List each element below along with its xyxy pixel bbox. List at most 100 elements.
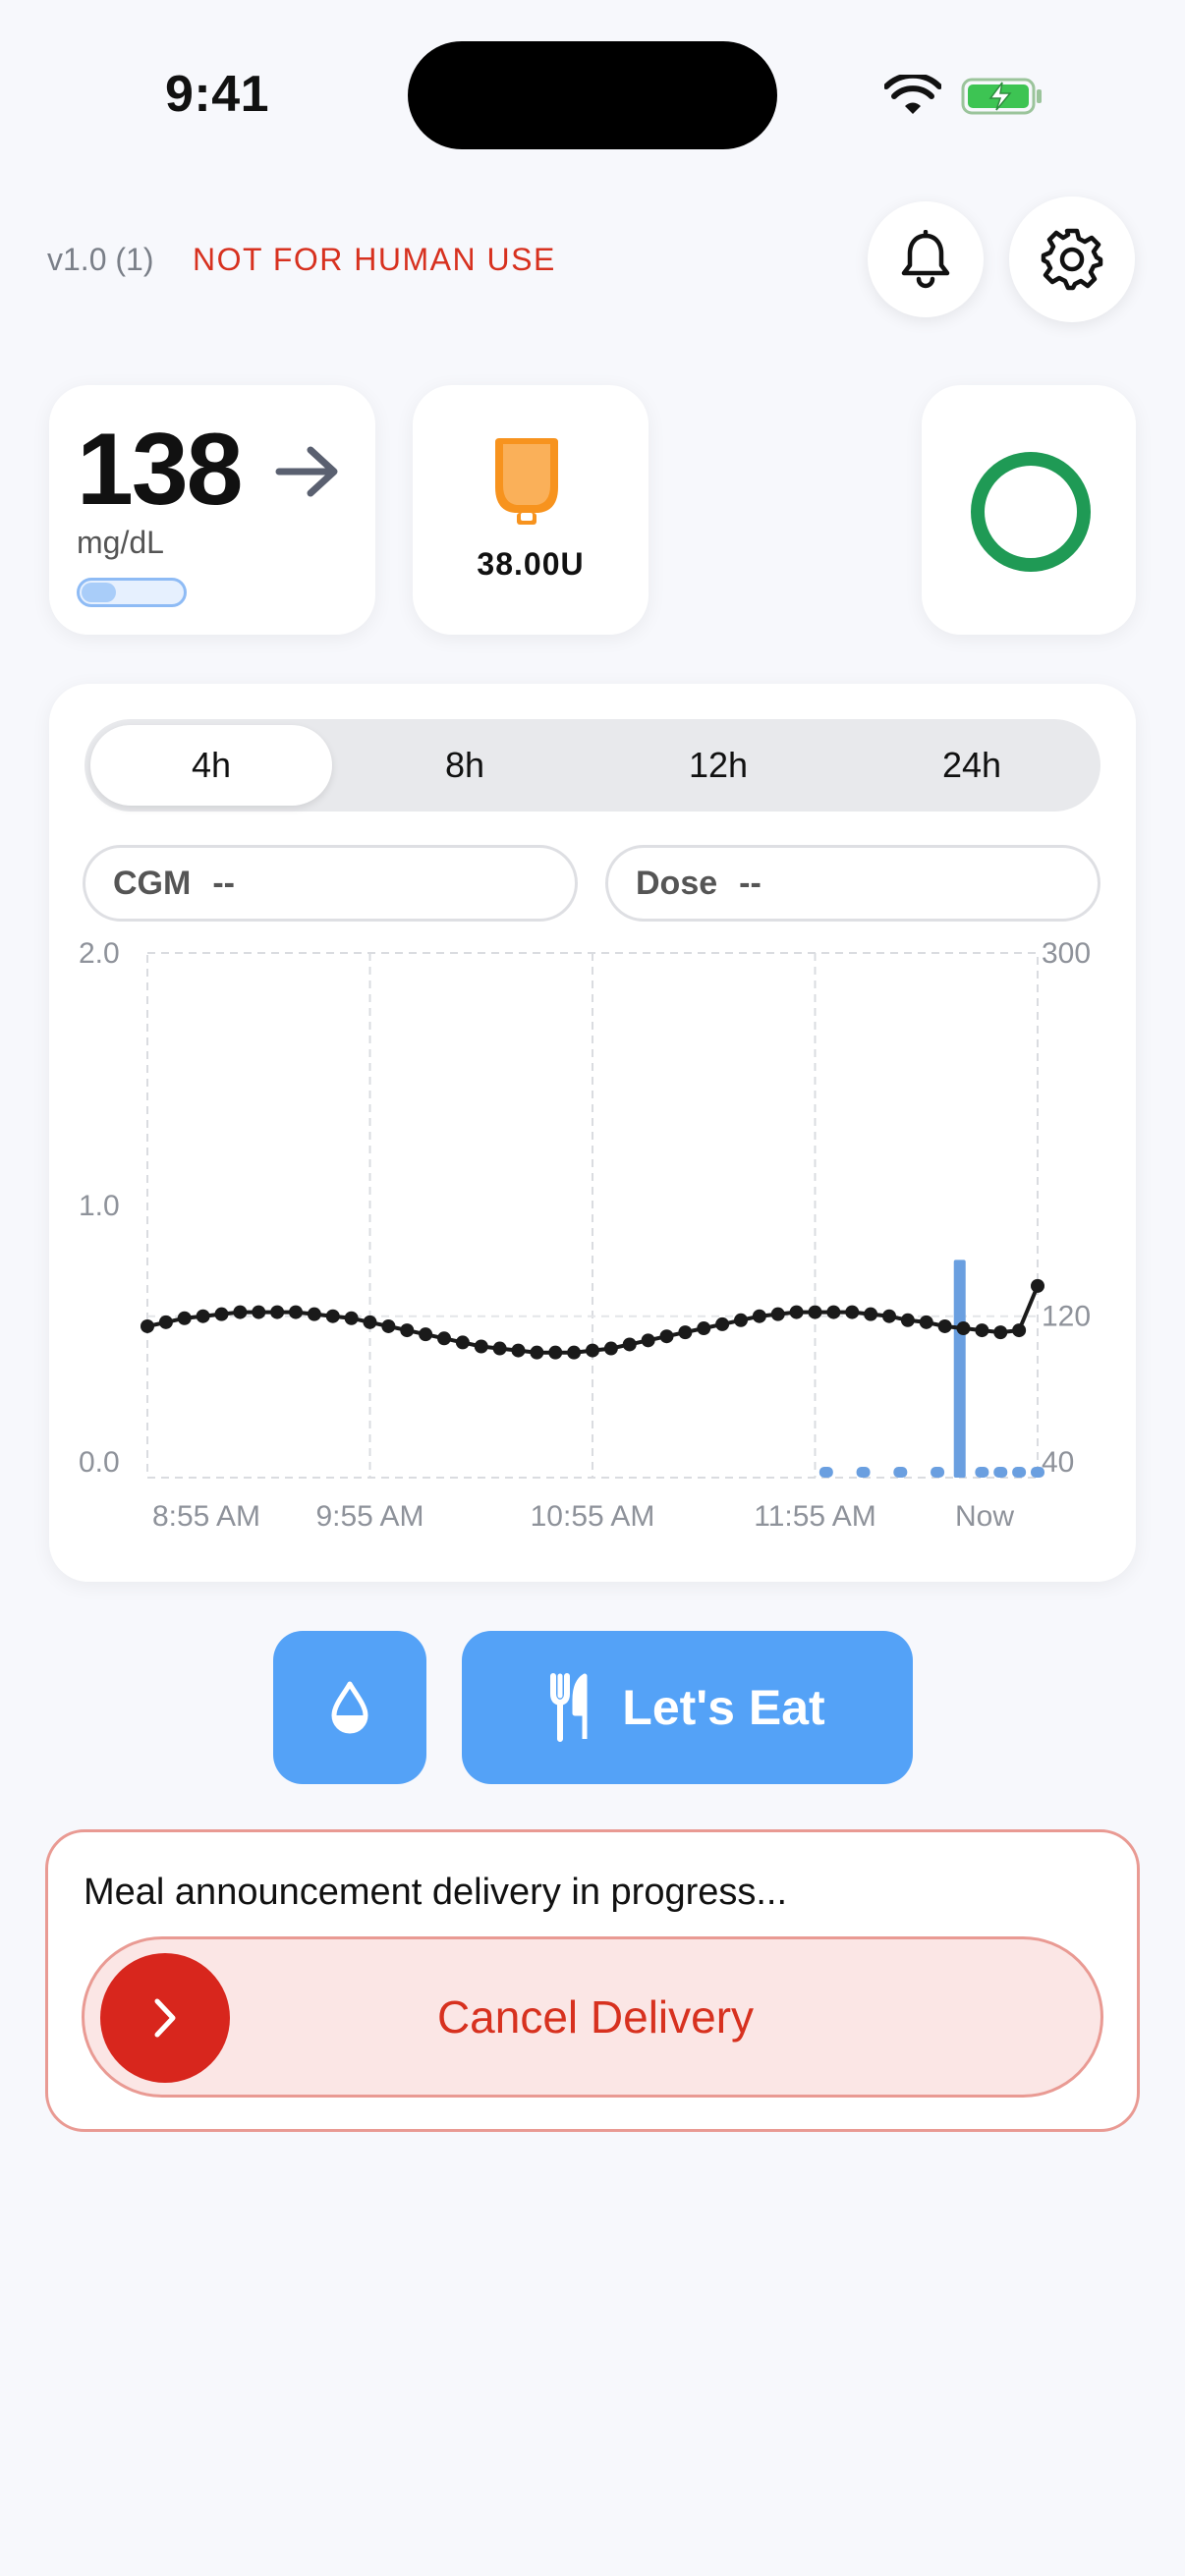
cgm-point [919,1315,933,1329]
cgm-point [233,1305,248,1319]
bolus-button[interactable] [273,1631,426,1784]
x-axis-tick: Now [955,1500,1014,1533]
dynamic-island [408,41,777,149]
glucose-value: 138 [77,413,244,527]
reservoir-value: 38.00U [477,546,585,582]
gear-icon [1041,228,1103,291]
status-time: 9:41 [165,66,270,123]
glucose-dose-chart[interactable]: 2.0 1.0 0.0 300 120 40 8:55 AM 9:55 AM 10:55 AM 1… [49,684,1136,1582]
cgm-point [511,1343,526,1358]
cgm-point [603,1341,618,1356]
cgm-point [492,1341,507,1356]
app-version: v1.0 (1) [47,242,154,277]
lets-eat-button[interactable]: Let's Eat [462,1631,913,1784]
cgm-point [808,1305,822,1319]
cgm-point [641,1333,655,1348]
cgm-point [734,1313,748,1327]
right-axis-tick: 300 [1042,937,1091,970]
warning-label: NOT FOR HUMAN USE [193,242,556,277]
dose-bar [893,1467,908,1478]
cgm-point [270,1305,285,1319]
dose-bar [953,1260,966,1478]
cgm-point [900,1313,915,1327]
loop-status-card[interactable] [922,385,1136,635]
dose-bar [1012,1467,1027,1478]
dose-bar [975,1467,989,1478]
lets-eat-label: Let's Eat [622,1680,825,1735]
glucose-level-bar [77,578,187,607]
arrow-right-icon [275,446,338,497]
dose-bar [1031,1467,1044,1478]
left-axis-tick: 0.0 [79,1446,120,1479]
cgm-point [307,1307,321,1321]
cgm-point [548,1345,563,1360]
delivery-message: Meal announcement delivery in progress..… [84,1872,788,1913]
chart-card: 4h 8h 12h 24h CGM -- Dose -- 2.0 1.0 0.0 30… [49,684,1136,1582]
cgm-point [975,1323,989,1338]
cgm-point [400,1323,415,1338]
dose-bar [931,1467,945,1478]
settings-button[interactable] [1009,196,1135,322]
cgm-point [937,1318,952,1333]
loop-ring-icon [971,452,1091,572]
cancel-slider-handle[interactable] [100,1953,230,2083]
wifi-icon [884,75,941,114]
cgm-point [474,1339,488,1354]
notifications-button[interactable] [868,201,984,317]
cancel-delivery-slider[interactable]: Cancel Delivery [82,1936,1103,2098]
cgm-point [1012,1323,1027,1338]
fork-knife-icon [550,1673,588,1742]
delivery-progress-card: Meal announcement delivery in progress..… [45,1829,1140,2132]
cgm-point [177,1311,192,1325]
glucose-card[interactable]: 138 mg/dL [49,385,375,635]
dose-bar [818,1467,833,1478]
cgm-point [158,1315,173,1329]
cgm-point [622,1337,637,1352]
bell-icon [901,230,950,289]
cgm-point [752,1309,766,1323]
cgm-point [530,1345,544,1360]
glucose-level-fill [82,583,116,602]
cgm-point [289,1305,303,1319]
cgm-point [437,1331,451,1346]
left-axis-tick: 1.0 [79,1190,120,1222]
cgm-point [956,1321,971,1336]
x-axis-tick: 11:55 AM [754,1500,876,1533]
cgm-point [344,1311,359,1325]
cgm-point [770,1307,785,1321]
cgm-point [697,1321,711,1336]
insulin-reservoir-icon [495,438,558,525]
cgm-point [993,1325,1008,1340]
cgm-point [826,1305,841,1319]
cgm-point [864,1307,878,1321]
cgm-point [789,1305,804,1319]
x-axis-tick: 10:55 AM [531,1500,655,1533]
cgm-point [678,1325,693,1340]
cgm-point [715,1316,730,1331]
right-axis-tick: 40 [1042,1446,1074,1479]
dose-bar [993,1467,1008,1478]
cgm-point [252,1305,266,1319]
cgm-point [214,1307,229,1321]
cgm-point [325,1309,340,1323]
battery-charging-icon [961,78,1042,115]
chevron-right-icon [154,1998,176,2038]
glucose-unit: mg/dL [77,525,164,560]
cgm-point [455,1335,470,1350]
cgm-point [659,1329,674,1344]
cgm-point [363,1315,377,1329]
water-drop-icon [331,1681,368,1734]
cgm-point [567,1345,582,1360]
dose-bar [856,1467,871,1478]
cgm-point [1031,1278,1044,1293]
cgm-point [381,1318,396,1333]
right-axis-tick: 120 [1042,1301,1091,1333]
cgm-point [196,1309,210,1323]
cgm-point [141,1318,154,1333]
cgm-point [419,1327,433,1342]
left-axis-tick: 2.0 [79,937,120,970]
pump-card[interactable]: 38.00U [413,385,649,635]
cgm-point [882,1309,896,1323]
x-axis-tick: 8:55 AM [152,1500,260,1533]
cgm-point [586,1343,599,1358]
